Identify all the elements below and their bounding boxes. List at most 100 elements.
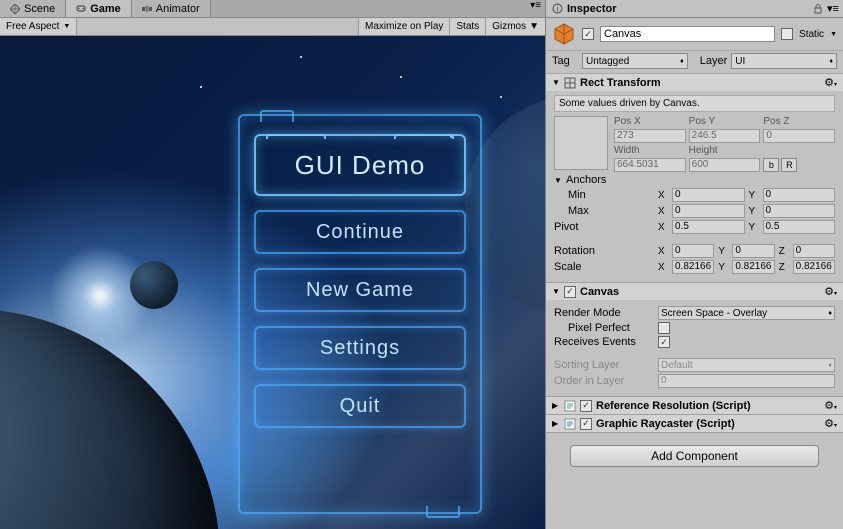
settings-button[interactable]: Settings [254,326,466,370]
pivot-y[interactable]: 0.5 [763,220,836,234]
graphic-raycaster-component: ▶ Graphic Raycaster (Script) ⚙▾ [546,415,843,433]
canvas-enable-checkbox[interactable] [564,286,576,298]
refres-enable-checkbox[interactable] [580,400,592,412]
static-checkbox[interactable] [781,28,793,40]
rot-x[interactable]: 0 [672,244,714,258]
fold-icon[interactable]: ▼ [554,176,562,185]
anchor-min-y[interactable]: 0 [763,188,836,202]
pivot-x[interactable]: 0.5 [672,220,745,234]
anchors-label: Anchors [566,174,606,186]
scene-icon [10,4,20,14]
chevron-down-icon: ♦ [828,362,832,369]
maximize-label: Maximize on Play [365,21,443,32]
chevron-down-icon: ▼ [63,23,70,30]
layer-dropdown[interactable]: UI♦ [731,53,837,69]
rot-z[interactable]: 0 [793,244,835,258]
tag-value: Untagged [586,56,629,67]
posy-label: Pos Y [689,116,761,127]
panel-menu-icon[interactable]: ▾≡ [827,2,837,15]
lock-icon[interactable] [813,4,823,14]
chevron-down-icon: ♦ [680,58,684,65]
receives-checkbox[interactable] [658,336,670,348]
posz-field[interactable]: 0 [763,129,835,143]
gear-icon[interactable]: ⚙▾ [824,76,837,89]
object-header: Static ▼ [546,18,843,51]
maximize-button[interactable]: Maximize on Play [358,18,449,35]
gear-icon[interactable]: ⚙▾ [824,399,837,412]
continue-button[interactable]: Continue [254,210,466,254]
posx-field[interactable]: 273 [614,129,686,143]
rot-y[interactable]: 0 [732,244,774,258]
gear-icon[interactable]: ⚙▾ [824,417,837,430]
sorting-dropdown: Default ♦ [658,358,835,372]
gizmos-dropdown[interactable]: Gizmos▼ [485,18,545,35]
blueprint-button[interactable]: b [763,158,779,172]
left-tabs: Scene Game Animator ▾≡ [0,0,545,18]
scale-label: Scale [554,261,654,273]
stats-button[interactable]: Stats [449,18,485,35]
tab-animator[interactable]: Animator [132,0,211,17]
inspector-tab[interactable]: i Inspector ▾≡ [546,0,843,18]
game-panel: Scene Game Animator ▾≡ Free Aspect ▼ Maxi… [0,0,546,529]
layer-label: Layer [700,55,728,67]
animator-icon [142,4,152,14]
active-checkbox[interactable] [582,28,594,40]
anchor-preset-button[interactable] [554,116,608,170]
settings-label: Settings [320,337,400,360]
layer-value: UI [735,56,745,67]
rect-transform-icon [564,77,576,89]
inspector-panel: i Inspector ▾≡ Static ▼ Tag Untagged♦ La… [546,0,843,529]
left-popout-icon[interactable]: ▾≡ [526,0,545,17]
pivot-label: Pivot [554,221,654,233]
scale-x[interactable]: 0.82166 [672,260,714,274]
gameobject-icon [552,22,576,46]
width-field[interactable]: 664.5031 [614,158,686,172]
game-view[interactable]: GUI Demo Continue New Game Settings Quit [0,36,545,529]
aspect-label: Free Aspect [6,21,59,32]
star-icon [500,96,502,98]
rect-note: Some values driven by Canvas. [554,95,835,112]
newgame-button[interactable]: New Game [254,268,466,312]
anchor-max-y[interactable]: 0 [763,204,836,218]
height-field[interactable]: 600 [689,158,761,172]
fold-icon[interactable]: ▶ [552,401,560,410]
max-label: Max [554,205,654,217]
raycaster-header[interactable]: ▶ Graphic Raycaster (Script) ⚙▾ [546,415,843,432]
fold-icon[interactable]: ▼ [552,78,560,87]
gizmos-label: Gizmos [492,21,526,32]
fold-icon[interactable]: ▼ [552,287,560,296]
star-icon [200,86,202,88]
sorting-value: Default [661,360,693,371]
rendermode-dropdown[interactable]: Screen Space - Overlay♦ [658,306,835,320]
tab-game[interactable]: Game [66,0,132,17]
scale-z[interactable]: 0.82166 [793,260,835,274]
fold-icon[interactable]: ▶ [552,419,560,428]
tab-scene[interactable]: Scene [0,0,66,17]
aspect-dropdown[interactable]: Free Aspect ▼ [0,18,77,35]
rect-transform-title: Rect Transform [580,77,820,89]
tag-dropdown[interactable]: Untagged ♦ [582,53,688,69]
anchor-min-x[interactable]: 0 [672,188,745,202]
canvas-component: ▼ Canvas ⚙▾ Render ModeScreen Space - Ov… [546,283,843,397]
gear-icon[interactable]: ⚙▾ [824,285,837,298]
refres-header[interactable]: ▶ Reference Resolution (Script) ⚙▾ [546,397,843,414]
quit-button[interactable]: Quit [254,384,466,428]
scale-y[interactable]: 0.82166 [732,260,774,274]
pixelperfect-checkbox[interactable] [658,322,670,334]
raycaster-enable-checkbox[interactable] [580,418,592,430]
raw-button[interactable]: R [781,158,797,172]
quit-label: Quit [340,395,381,418]
canvas-header[interactable]: ▼ Canvas ⚙▾ [546,283,843,300]
static-dropdown-icon[interactable]: ▼ [830,31,837,38]
receives-label: Receives Events [554,336,654,348]
anchor-max-x[interactable]: 0 [672,204,745,218]
inspector-body: Static ▼ Tag Untagged♦ Layer UI♦ ▼ Rect … [546,18,843,529]
object-name-input[interactable] [600,26,775,42]
star-icon [300,56,302,58]
continue-label: Continue [316,221,404,244]
rect-transform-component: ▼ Rect Transform ⚙▾ Some values driven b… [546,74,843,283]
posy-field[interactable]: 246.5 [689,129,761,143]
rect-transform-header[interactable]: ▼ Rect Transform ⚙▾ [546,74,843,91]
add-component-button[interactable]: Add Component [570,445,819,467]
tab-animator-label: Animator [156,3,200,15]
